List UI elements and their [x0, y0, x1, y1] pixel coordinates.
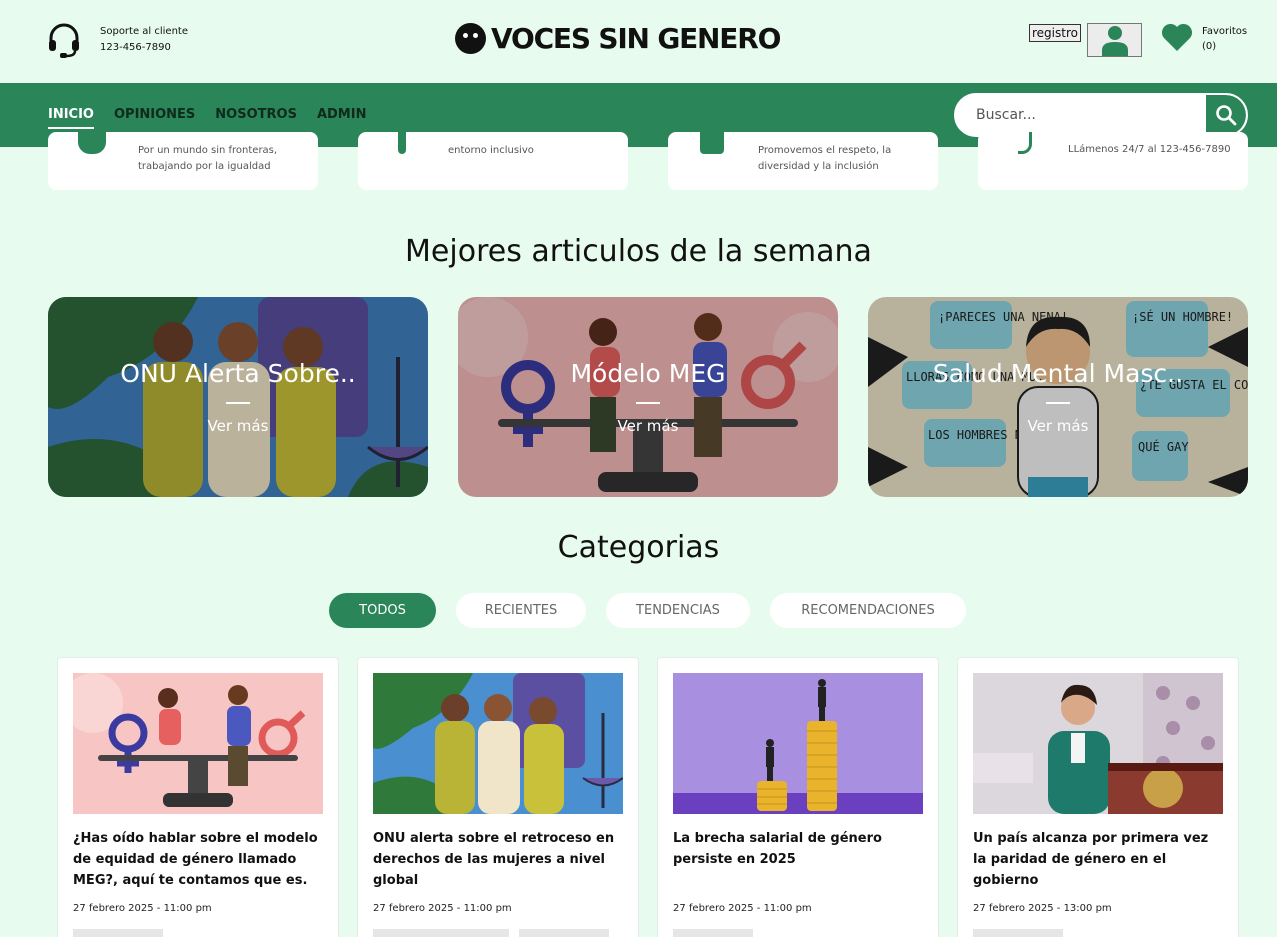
feature-line: LLámenos 24/7 al 123-456-7890 [1068, 144, 1231, 155]
nav-nosotros[interactable]: NOSOTROS [215, 107, 297, 122]
feature-card-4: LLámenos 24/7 al 123-456-7890 [978, 132, 1248, 190]
user-account-button[interactable] [1087, 23, 1142, 57]
tab-recientes[interactable]: RECIENTES [456, 593, 586, 628]
read-more-link[interactable]: Ver más [868, 417, 1248, 435]
post-card[interactable]: La brecha salarial de género persiste en… [657, 657, 939, 937]
tab-tendencias[interactable]: TENDENCIAS [606, 593, 750, 628]
post-title[interactable]: Un país alcanza por primera vez la parid… [973, 828, 1225, 891]
face-logo-icon [455, 23, 486, 54]
tab-recomendaciones[interactable]: RECOMENDACIONES [770, 593, 966, 628]
feature-line: Por un mundo sin fronteras, [138, 145, 278, 156]
register-button[interactable]: registro [1029, 24, 1081, 42]
post-image[interactable] [973, 673, 1223, 814]
card-overlay [458, 297, 838, 497]
brand-logo[interactable]: VOCES SIN GENERO [455, 22, 781, 55]
globe-icon [78, 132, 106, 154]
post-date: 27 febrero 2025 - 11:00 pm [73, 903, 212, 914]
top-article-card[interactable]: Módelo MEG Ver más [458, 297, 838, 497]
nav-opiniones[interactable]: OPINIONES [114, 107, 195, 122]
top-header: Soporte al cliente 123-456-7890 VOCES SI… [0, 0, 1277, 83]
post-tag[interactable] [973, 929, 1063, 937]
post-date: 27 febrero 2025 - 11:00 pm [373, 903, 512, 914]
feature-line: trabajando por la igualdad [138, 161, 271, 172]
top-article-title: ONU Alerta Sobre.. [120, 359, 356, 388]
search-input[interactable] [956, 95, 1206, 135]
top-article-title: Salud Mental Masc.. [932, 359, 1184, 388]
feature-card-3: Promovemos el respeto, la diversidad y la… [668, 132, 938, 190]
feature-line: entorno inclusivo [448, 145, 534, 156]
feature-line: Promovemos el respeto, la [758, 145, 892, 156]
phone-icon [1018, 132, 1032, 154]
nav-admin[interactable]: ADMIN [317, 107, 367, 122]
heart-icon [1161, 23, 1193, 51]
post-title[interactable]: La brecha salarial de género persiste en… [673, 828, 925, 870]
post-tag[interactable] [73, 929, 163, 937]
read-more-link[interactable]: Ver más [48, 417, 428, 435]
post-date: 27 febrero 2025 - 11:00 pm [673, 903, 812, 914]
favorites-info[interactable]: Favoritos (0) [1202, 24, 1247, 54]
post-card[interactable]: Un país alcanza por primera vez la parid… [957, 657, 1239, 937]
post-image[interactable] [73, 673, 323, 814]
divider [226, 402, 250, 404]
top-article-title: Módelo MEG [570, 359, 726, 388]
support-label: Soporte al cliente [100, 26, 188, 37]
tab-todos[interactable]: TODOS [329, 593, 436, 628]
support-phone: 123-456-7890 [100, 42, 171, 53]
search-button[interactable] [1206, 95, 1246, 135]
post-tag[interactable] [673, 929, 753, 937]
divider [636, 402, 660, 404]
post-title[interactable]: ONU alerta sobre el retroceso en derecho… [373, 828, 625, 891]
feature-card-1: Por un mundo sin fronteras, trabajando po… [48, 132, 318, 190]
search-bar [954, 93, 1248, 137]
post-image[interactable] [673, 673, 923, 814]
nav-inicio[interactable]: INICIO [48, 107, 94, 129]
post-title[interactable]: ¿Has oído hablar sobre el modelo de equi… [73, 828, 325, 891]
people-icon [398, 132, 406, 154]
categories-title: Categorias [557, 530, 720, 565]
card-overlay [48, 297, 428, 497]
top-article-card[interactable]: ONU Alerta Sobre.. Ver más [48, 297, 428, 497]
card-overlay [868, 297, 1248, 497]
post-tag[interactable] [373, 929, 509, 937]
headset-icon [49, 23, 79, 58]
post-tag[interactable] [519, 929, 609, 937]
read-more-link[interactable]: Ver más [458, 417, 838, 435]
post-card[interactable]: ¿Has oído hablar sobre el modelo de equi… [57, 657, 339, 937]
favorites-button[interactable] [1161, 22, 1193, 56]
favorites-label: Favoritos [1202, 26, 1248, 37]
top-articles-title: Mejores articulos de la semana [405, 234, 872, 269]
search-icon [1216, 105, 1237, 126]
brand-name: VOCES SIN GENERO [491, 22, 781, 55]
post-image[interactable] [373, 673, 623, 814]
handshake-icon [700, 132, 724, 154]
top-article-card[interactable]: ¡PARECES UNA NENA! ¡SÉ UN HOMBRE! LLORAS… [868, 297, 1248, 497]
customer-support: Soporte al cliente 123-456-7890 [46, 22, 188, 58]
feature-card-2: entorno inclusivo [358, 132, 628, 190]
post-date: 27 febrero 2025 - 13:00 pm [973, 903, 1112, 914]
feature-line: diversidad y la inclusión [758, 161, 879, 172]
divider [1046, 402, 1070, 404]
post-card[interactable]: ONU alerta sobre el retroceso en derecho… [357, 657, 639, 937]
favorites-count: (0) [1202, 41, 1217, 52]
user-icon [1101, 26, 1128, 56]
